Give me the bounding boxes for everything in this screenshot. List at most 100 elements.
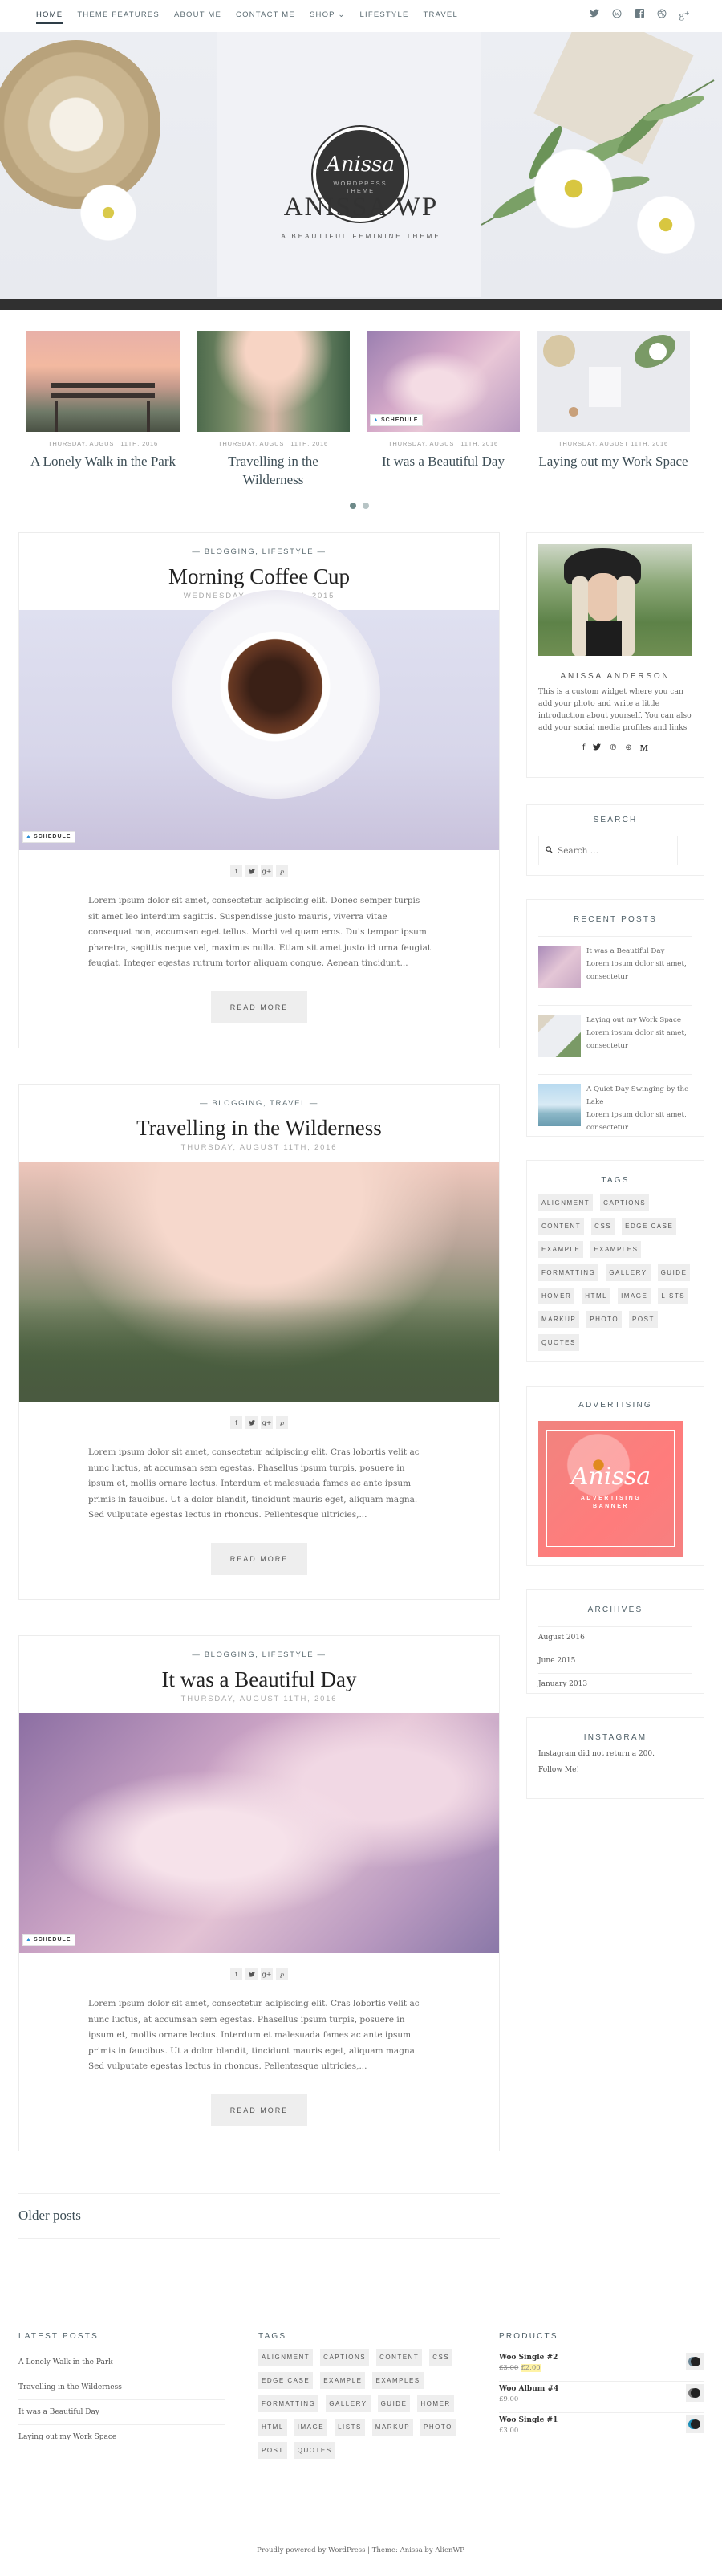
read-more-button[interactable]: READ MORE — [211, 991, 307, 1023]
twitter-share-icon[interactable] — [245, 1968, 258, 1980]
google-plus-share-icon[interactable]: g+ — [261, 1416, 273, 1429]
recent-post-thumbnail[interactable] — [538, 1015, 581, 1057]
dribbble-icon[interactable]: ⊛ — [625, 743, 631, 753]
nav-item-theme-features[interactable]: THEME FEATURES — [77, 10, 160, 24]
tag-link[interactable]: GUIDE — [377, 2395, 411, 2412]
tag-link[interactable]: CAPTIONS — [600, 1194, 650, 1211]
nav-item-home[interactable]: HOME — [36, 10, 63, 24]
facebook-share-icon[interactable]: f — [230, 1968, 242, 1980]
slide-image[interactable] — [537, 328, 690, 432]
read-more-button[interactable]: READ MORE — [211, 1542, 307, 1575]
post-categories[interactable]: — BLOGGING, LIFESTYLE — — [19, 1650, 499, 1659]
tag-link[interactable]: CONTENT — [376, 2349, 423, 2366]
recent-post-thumbnail[interactable] — [538, 1084, 581, 1126]
tag-link[interactable]: PHOTO — [420, 2419, 456, 2436]
post-title[interactable]: Travelling in the Wilderness — [19, 1116, 499, 1141]
product-name[interactable]: Woo Album #4 — [499, 2385, 704, 2393]
site-title[interactable]: ANISSA WP — [0, 193, 722, 222]
google-plus-share-icon[interactable]: g+ — [261, 865, 273, 877]
advertising-banner[interactable]: Anissa ADVERTISING BANNER — [538, 1421, 683, 1557]
product-name[interactable]: Woo Single #2 — [499, 2354, 704, 2362]
slide[interactable]: THURSDAY, AUGUST 11TH, 2016 Travelling i… — [197, 331, 350, 489]
tag-link[interactable]: GALLERY — [606, 1264, 651, 1281]
tag-link[interactable]: EXAMPLES — [372, 2372, 424, 2389]
slider-dot-2[interactable] — [363, 503, 369, 509]
google-plus-icon[interactable]: g⁺ — [679, 9, 690, 22]
product-thumbnail[interactable] — [686, 2415, 704, 2433]
slide-title[interactable]: Laying out my Work Space — [537, 452, 690, 470]
tag-link[interactable]: EDGE CASE — [258, 2372, 314, 2389]
twitter-icon[interactable] — [593, 743, 602, 753]
tag-link[interactable]: EXAMPLE — [320, 2372, 366, 2389]
slide[interactable]: THURSDAY, AUGUST 11TH, 2016 A Lonely Wal… — [26, 331, 180, 470]
instagram-follow-link[interactable]: Follow Me! — [527, 1766, 704, 1774]
footer-post-link[interactable]: Laying out my Work Space — [18, 2424, 225, 2449]
footer-post-link[interactable]: Travelling in the Wilderness — [18, 2375, 225, 2399]
pinterest-share-icon[interactable]: ℘ — [276, 1968, 288, 1980]
search-input[interactable] — [558, 845, 662, 856]
pinterest-icon[interactable]: ℗ — [609, 743, 617, 753]
twitter-share-icon[interactable] — [245, 1416, 258, 1429]
facebook-icon[interactable] — [634, 9, 645, 22]
tag-link[interactable]: EDGE CASE — [622, 1218, 677, 1235]
tag-link[interactable]: MARKUP — [538, 1311, 580, 1328]
search-field[interactable] — [538, 836, 678, 865]
tag-link[interactable]: ALIGNMENT — [538, 1194, 594, 1211]
slide-title[interactable]: It was a Beautiful Day — [367, 452, 520, 470]
nav-item-contact-me[interactable]: CONTACT ME — [236, 10, 295, 24]
facebook-share-icon[interactable]: f — [230, 1416, 242, 1429]
tag-link[interactable]: GUIDE — [657, 1264, 691, 1281]
wordpress-icon[interactable]: W — [611, 9, 623, 22]
recent-post-title[interactable]: Laying out my Work Space — [586, 1014, 692, 1027]
recent-post-title[interactable]: It was a Beautiful Day — [586, 945, 692, 958]
nav-item-lifestyle[interactable]: LIFESTYLE — [360, 10, 409, 24]
product-item[interactable]: Woo Album #4 £9.00 — [499, 2381, 704, 2412]
tag-link[interactable]: HTML — [582, 1288, 611, 1304]
slide-image[interactable]: SCHEDULE — [367, 331, 520, 432]
tag-link[interactable]: EXAMPLES — [590, 1241, 642, 1258]
tag-link[interactable]: IMAGE — [618, 1288, 651, 1304]
tag-link[interactable]: FORMATTING — [258, 2395, 319, 2412]
tag-link[interactable]: LISTS — [335, 2419, 365, 2436]
slide-image[interactable] — [197, 331, 350, 432]
twitter-share-icon[interactable] — [245, 865, 258, 877]
medium-icon[interactable]: M — [640, 743, 648, 753]
tag-link[interactable]: IMAGE — [294, 2419, 328, 2436]
pinterest-share-icon[interactable]: ℘ — [276, 865, 288, 877]
archive-link[interactable]: August 2016 — [538, 1626, 692, 1650]
footer-post-link[interactable]: A Lonely Walk in the Park — [18, 2350, 225, 2375]
post-image[interactable] — [19, 1162, 499, 1402]
nav-item-about-me[interactable]: ABOUT ME — [174, 10, 221, 24]
tag-link[interactable]: LISTS — [658, 1288, 689, 1304]
footer-post-link[interactable]: It was a Beautiful Day — [18, 2399, 225, 2424]
slide[interactable]: SCHEDULE THURSDAY, AUGUST 11TH, 2016 It … — [367, 331, 520, 470]
product-item[interactable]: Woo Single #1 £3.00 — [499, 2412, 704, 2444]
product-thumbnail[interactable] — [686, 2353, 704, 2370]
post-title[interactable]: It was a Beautiful Day — [19, 1667, 499, 1692]
recent-post-item[interactable]: It was a Beautiful Day Lorem ipsum dolor … — [527, 937, 704, 1005]
recent-post-title[interactable]: A Quiet Day Swinging by the Lake — [586, 1083, 692, 1109]
older-posts-link[interactable]: Older posts — [18, 2208, 81, 2224]
archive-link[interactable]: January 2013 — [538, 1673, 692, 1696]
dribbble-icon[interactable] — [656, 9, 667, 22]
tag-link[interactable]: CONTENT — [538, 1218, 585, 1235]
google-plus-share-icon[interactable]: g+ — [261, 1968, 273, 1980]
tag-link[interactable]: QUOTES — [538, 1334, 579, 1351]
slide-image[interactable] — [26, 331, 180, 432]
facebook-share-icon[interactable]: f — [230, 865, 242, 877]
recent-post-item[interactable]: Laying out my Work Space Lorem ipsum dolo… — [527, 1006, 704, 1074]
tag-link[interactable]: PHOTO — [586, 1311, 623, 1328]
twitter-icon[interactable] — [589, 9, 600, 22]
tag-link[interactable]: CSS — [429, 2349, 453, 2366]
tag-link[interactable]: FORMATTING — [538, 1264, 599, 1281]
slide-title[interactable]: Travelling in the Wilderness — [197, 452, 350, 489]
archive-link[interactable]: June 2015 — [538, 1650, 692, 1673]
product-item[interactable]: Woo Single #2 £3.00 £2.00 — [499, 2350, 704, 2381]
recent-post-thumbnail[interactable] — [538, 946, 581, 988]
slider-dot-1[interactable] — [350, 503, 356, 509]
read-more-button[interactable]: READ MORE — [211, 2094, 307, 2126]
tag-link[interactable]: CSS — [591, 1218, 615, 1235]
post-title[interactable]: Morning Coffee Cup — [19, 564, 499, 589]
post-categories[interactable]: — BLOGGING, LIFESTYLE — — [19, 547, 499, 556]
tag-link[interactable]: GALLERY — [326, 2395, 371, 2412]
